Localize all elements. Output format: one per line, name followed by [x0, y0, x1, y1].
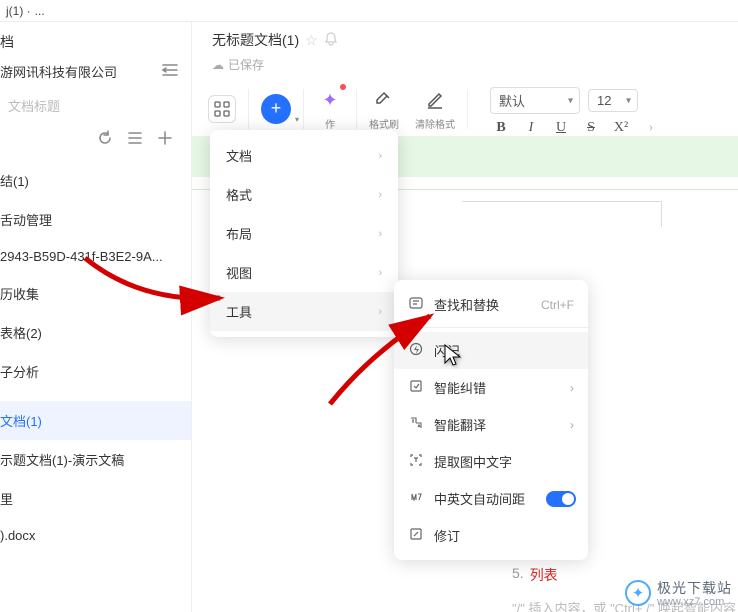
- bold-button[interactable]: B: [490, 120, 512, 136]
- revise-icon: [408, 527, 424, 544]
- submenu-revise[interactable]: 修订: [394, 517, 588, 554]
- watermark: ✦ 极光下载站 www.xz7.com: [625, 578, 732, 608]
- superscript-button[interactable]: X²: [610, 120, 632, 136]
- menu-item-layout[interactable]: 布局›: [210, 214, 398, 253]
- strike-button[interactable]: S: [580, 120, 602, 136]
- italic-button[interactable]: I: [520, 120, 542, 136]
- menu-item-document[interactable]: 文档›: [210, 136, 398, 175]
- translate-icon: [408, 416, 424, 433]
- titlebar-more: ...: [35, 4, 45, 18]
- clear-label: 清除格式: [415, 116, 455, 131]
- add-icon[interactable]: [157, 130, 173, 151]
- sidebar-list-a: 结(1) 舌动管理 2943-B59D-431f-B3E2-9A... 历收集 …: [0, 161, 191, 391]
- sidebar-header: 档: [0, 22, 191, 52]
- font-select[interactable]: 默认: [490, 87, 580, 114]
- submenu-flash-note[interactable]: 闪记: [394, 332, 588, 369]
- list-item[interactable]: 列表: [530, 565, 558, 585]
- chevron-right-icon: ›: [570, 381, 574, 395]
- font-size-select[interactable]: 12: [588, 89, 638, 112]
- table-cell-border: [462, 201, 662, 227]
- sidebar-item[interactable]: 2943-B59D-431f-B3E2-9A...: [0, 239, 191, 274]
- search-icon: [408, 296, 424, 313]
- list-icon[interactable]: [127, 130, 143, 151]
- toolbar: + ✦ 作 格式刷 清除格式: [192, 81, 738, 137]
- apps-grid-button[interactable]: [208, 95, 236, 123]
- star-icon[interactable]: ☆: [305, 32, 318, 49]
- sidebar-item[interactable]: 表格(2): [0, 313, 191, 352]
- toggle-switch[interactable]: [546, 491, 576, 507]
- main-dropdown-menu: 文档› 格式› 布局› 视图› 工具›: [210, 130, 398, 337]
- format-brush-icon[interactable]: [370, 86, 398, 114]
- submenu-smart-correct[interactable]: 智能纠错 ›: [394, 369, 588, 406]
- more-format-button[interactable]: ›: [640, 120, 662, 136]
- chevron-right-icon: ›: [570, 418, 574, 432]
- insert-button[interactable]: +: [261, 94, 291, 124]
- sidebar-item[interactable]: 结(1): [0, 161, 191, 200]
- mouse-cursor-icon: [444, 344, 462, 371]
- submenu-cjk-spacing[interactable]: 中英文自动间距: [394, 480, 588, 517]
- sidebar-item[interactable]: ).docx: [0, 518, 191, 553]
- underline-button[interactable]: U: [550, 120, 572, 136]
- brush-label: 格式刷: [369, 116, 399, 131]
- doc-title[interactable]: 无标题文档(1): [212, 30, 299, 50]
- submenu-ocr[interactable]: 提取图中文字: [394, 443, 588, 480]
- sidebar-item[interactable]: 历收集: [0, 274, 191, 313]
- sidebar-item[interactable]: 里: [0, 479, 191, 518]
- titlebar: j(1) · ...: [0, 0, 738, 22]
- search-input[interactable]: [8, 99, 184, 114]
- clear-format-icon[interactable]: [421, 86, 449, 114]
- submenu-smart-translate[interactable]: 智能翻译 ›: [394, 406, 588, 443]
- tools-submenu: 查找和替换 Ctrl+F 闪记 智能纠错 › 智能翻译 › 提取图中文字 中英文…: [394, 280, 588, 560]
- correct-icon: [408, 379, 424, 396]
- sidebar-item[interactable]: 子分析: [0, 352, 191, 391]
- submenu-find-replace[interactable]: 查找和替换 Ctrl+F: [394, 286, 588, 323]
- sidebar-item[interactable]: 示题文档(1)-演示文稿: [0, 440, 191, 479]
- flash-icon: [408, 342, 424, 359]
- refresh-icon[interactable]: [97, 130, 113, 151]
- sidebar-item[interactable]: 舌动管理: [0, 200, 191, 239]
- sidebar-item-active[interactable]: 文档(1): [0, 401, 191, 440]
- magic-label: 作: [325, 116, 335, 131]
- bell-icon[interactable]: [324, 32, 338, 49]
- collapse-sidebar-icon[interactable]: [161, 63, 179, 80]
- magic-icon[interactable]: ✦: [316, 86, 344, 114]
- watermark-url: www.xz7.com: [657, 596, 732, 608]
- company-name[interactable]: 游网讯科技有限公司: [0, 62, 117, 81]
- sidebar-list-b: 文档(1) 示题文档(1)-演示文稿 里 ).docx: [0, 401, 191, 553]
- sidebar: 档 游网讯科技有限公司 结(1) 舌动管理 2943-B59D-431f-B3E…: [0, 22, 192, 612]
- shortcut-text: Ctrl+F: [541, 298, 574, 312]
- menu-item-tools[interactable]: 工具›: [210, 292, 398, 331]
- titlebar-text: j(1) ·: [6, 4, 31, 18]
- ocr-icon: [408, 453, 424, 470]
- cloud-icon: ☁: [212, 58, 224, 72]
- watermark-logo-icon: ✦: [625, 580, 651, 606]
- menu-item-view[interactable]: 视图›: [210, 253, 398, 292]
- watermark-name: 极光下载站: [657, 578, 732, 598]
- spacing-icon: [408, 490, 424, 507]
- menu-item-format[interactable]: 格式›: [210, 175, 398, 214]
- saved-status: 已保存: [228, 56, 264, 73]
